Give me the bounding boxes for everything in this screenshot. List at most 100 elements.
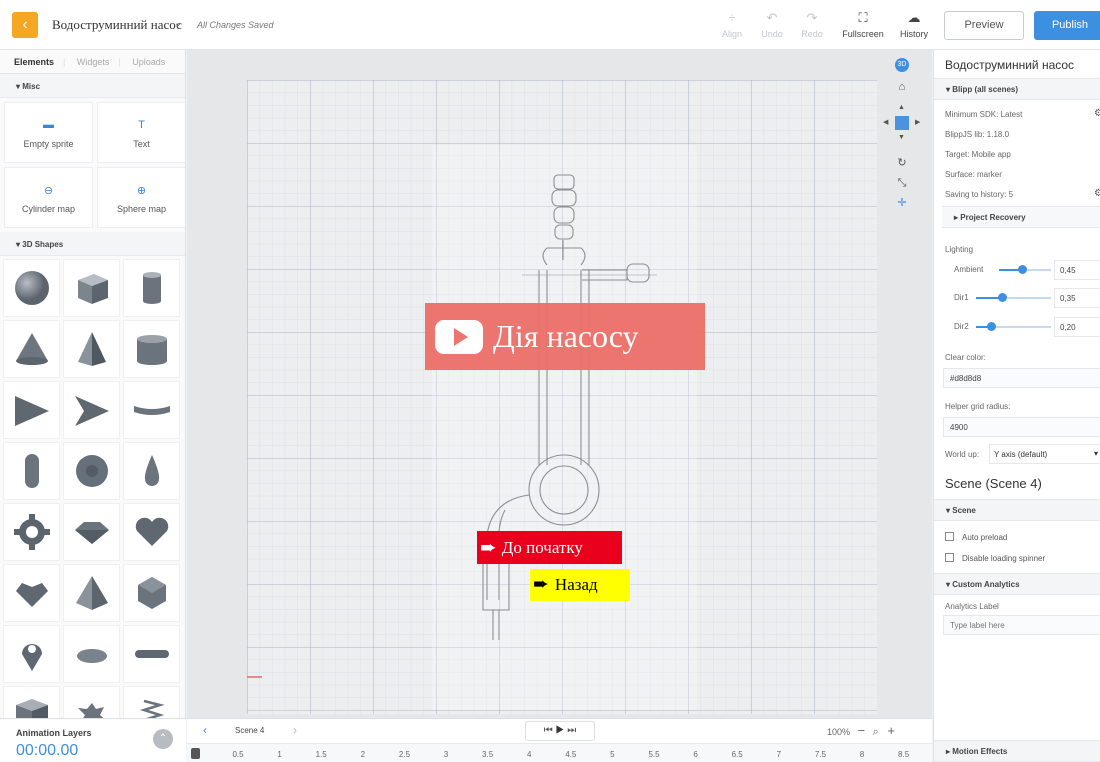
next-scene-icon[interactable]: ›: [293, 723, 297, 737]
light-slider[interactable]: [976, 322, 1051, 331]
pad-left-icon[interactable]: ◀: [883, 118, 888, 126]
fullscreen-button[interactable]: ⛶ Fullscreen: [838, 10, 888, 39]
disable-spinner-checkbox[interactable]: [945, 553, 954, 562]
shape-spring[interactable]: [123, 686, 180, 718]
time-tick: 1: [277, 750, 282, 759]
play-icon[interactable]: ▶: [556, 725, 565, 736]
scene-section-header[interactable]: ▾ Scene: [934, 499, 1100, 521]
history-button[interactable]: ☁ History: [892, 10, 936, 39]
sphere-map-tile[interactable]: ⊕ Sphere map: [97, 167, 185, 228]
shape-drop[interactable]: [123, 442, 180, 500]
undo-button[interactable]: ↶ Undo: [750, 10, 794, 39]
shape-cube[interactable]: [63, 259, 120, 317]
shape-tetrahedron[interactable]: [63, 320, 120, 378]
shape-capsule[interactable]: [3, 442, 60, 500]
zoom-in-icon[interactable]: +: [887, 723, 895, 738]
tab-elements[interactable]: Elements: [14, 57, 54, 67]
shape-sphere[interactable]: [3, 259, 60, 317]
preview-button[interactable]: Preview: [944, 11, 1024, 40]
skip-end-icon[interactable]: ⏭: [567, 725, 576, 736]
empty-sprite-tile[interactable]: ▬ Empty sprite: [4, 102, 93, 163]
analytics-label-input[interactable]: [943, 615, 1100, 635]
shape-splat[interactable]: [63, 686, 120, 718]
shape-box[interactable]: [3, 686, 60, 718]
slider-knob[interactable]: [1018, 265, 1028, 274]
light-value-input[interactable]: 0,35: [1054, 288, 1100, 308]
shape-cylinder[interactable]: [123, 259, 180, 317]
gear-icon[interactable]: ⚙: [1094, 108, 1100, 119]
pad-up-icon[interactable]: ▲: [898, 104, 905, 111]
shape-triangle[interactable]: [3, 381, 60, 439]
light-slider[interactable]: [976, 293, 1051, 302]
pad-down-icon[interactable]: ▼: [898, 134, 905, 141]
shape-pin[interactable]: [3, 625, 60, 683]
sphere-map-icon: ⊕: [136, 185, 147, 197]
pad-right-icon[interactable]: ▶: [915, 118, 920, 126]
cylinder-map-tile[interactable]: ⊖ Cylinder map: [4, 167, 93, 228]
playhead-icon[interactable]: [191, 748, 200, 759]
align-button[interactable]: ÷ Align: [710, 10, 754, 39]
slider-knob[interactable]: [987, 322, 996, 331]
shape-rod[interactable]: [123, 625, 180, 683]
to-start-button[interactable]: ➨ До початку: [477, 531, 622, 564]
clear-color-input[interactable]: #d8d8d8: [943, 368, 1100, 388]
scene-navigator: ‹ Scene 4 ›: [195, 723, 307, 739]
publish-button[interactable]: Publish: [1034, 11, 1100, 40]
shape-arrow[interactable]: [63, 381, 120, 439]
light-slider[interactable]: [999, 265, 1051, 274]
project-title[interactable]: Водоструминний насос: [52, 17, 182, 33]
chevron-up-icon[interactable]: ⌃: [153, 729, 173, 749]
prev-scene-icon[interactable]: ‹: [203, 723, 207, 737]
shape-heart[interactable]: [123, 503, 180, 561]
shape-lens[interactable]: [63, 625, 120, 683]
chevron-down-icon[interactable]: ⌄: [174, 18, 182, 29]
shape-pyramid[interactable]: [63, 564, 120, 622]
rotate-icon[interactable]: ↻: [895, 156, 909, 170]
tab-widgets[interactable]: Widgets: [77, 57, 110, 67]
project-recovery-header[interactable]: ▸ Project Recovery: [942, 206, 1100, 228]
shape-tube[interactable]: [123, 320, 180, 378]
scene-viewport[interactable]: Дія насосу ➨ До початку ➨ Назад: [247, 80, 877, 714]
misc-section-header[interactable]: ▾ Misc: [0, 74, 185, 98]
time-ruler[interactable]: 0.5 1 1.5 2 2.5 3 3.5 4 4.5 5 5.5 6 6.5 7 7.5 8 8.5: [187, 743, 932, 762]
move-icon[interactable]: ✛: [895, 196, 909, 210]
pad-center[interactable]: [895, 116, 909, 130]
blipp-section-header[interactable]: ▾ Blipp (all scenes): [934, 78, 1100, 100]
zoom-out-icon[interactable]: −: [858, 723, 866, 738]
drop-icon: [144, 455, 159, 486]
text-tile[interactable]: T Text: [97, 102, 185, 163]
back-button[interactable]: ‹: [12, 12, 38, 38]
scale-icon[interactable]: ⤡: [895, 176, 909, 190]
light-value-input[interactable]: 0,20: [1054, 317, 1100, 337]
arrow-right-icon: ➨: [480, 536, 497, 559]
motion-effects-header[interactable]: ▸ Motion Effects: [934, 740, 1100, 762]
helper-grid-input[interactable]: 4900: [943, 417, 1100, 437]
tab-uploads[interactable]: Uploads: [132, 57, 165, 67]
camera-pad[interactable]: ▲ ▼ ◀ ▶: [881, 102, 923, 144]
cylinder-icon: [142, 272, 161, 304]
world-up-select[interactable]: Y axis (default) ▾: [989, 444, 1100, 464]
shape-icosahedron[interactable]: [123, 564, 180, 622]
blipp-section-label: Blipp (all scenes): [952, 85, 1019, 94]
view-3d-badge[interactable]: 3D: [895, 58, 909, 72]
search-icon[interactable]: ⌕: [873, 726, 879, 738]
light-value-input[interactable]: 0,45: [1054, 260, 1100, 280]
heart-icon: [135, 517, 168, 546]
redo-button[interactable]: ↷ Redo: [790, 10, 834, 39]
gear-icon[interactable]: ⚙: [1094, 188, 1100, 199]
pump-action-button[interactable]: Дія насосу: [425, 303, 705, 370]
auto-preload-checkbox[interactable]: [945, 532, 954, 541]
shapes-section-header[interactable]: ▾ 3D Shapes: [0, 232, 185, 256]
skip-start-icon[interactable]: ⏮: [544, 725, 553, 736]
arrow-right-icon: ➨: [533, 574, 549, 595]
shape-heart-gem[interactable]: [3, 564, 60, 622]
shape-gem[interactable]: [63, 503, 120, 561]
shape-disc[interactable]: [63, 442, 120, 500]
shape-curved-plane[interactable]: [123, 381, 180, 439]
shape-gear[interactable]: [3, 503, 60, 561]
slider-knob[interactable]: [998, 293, 1008, 302]
shape-cone[interactable]: [3, 320, 60, 378]
home-icon[interactable]: ⌂: [895, 80, 909, 94]
custom-analytics-header[interactable]: ▾ Custom Analytics: [934, 573, 1100, 595]
back-nav-button[interactable]: ➨ Назад: [530, 569, 630, 601]
